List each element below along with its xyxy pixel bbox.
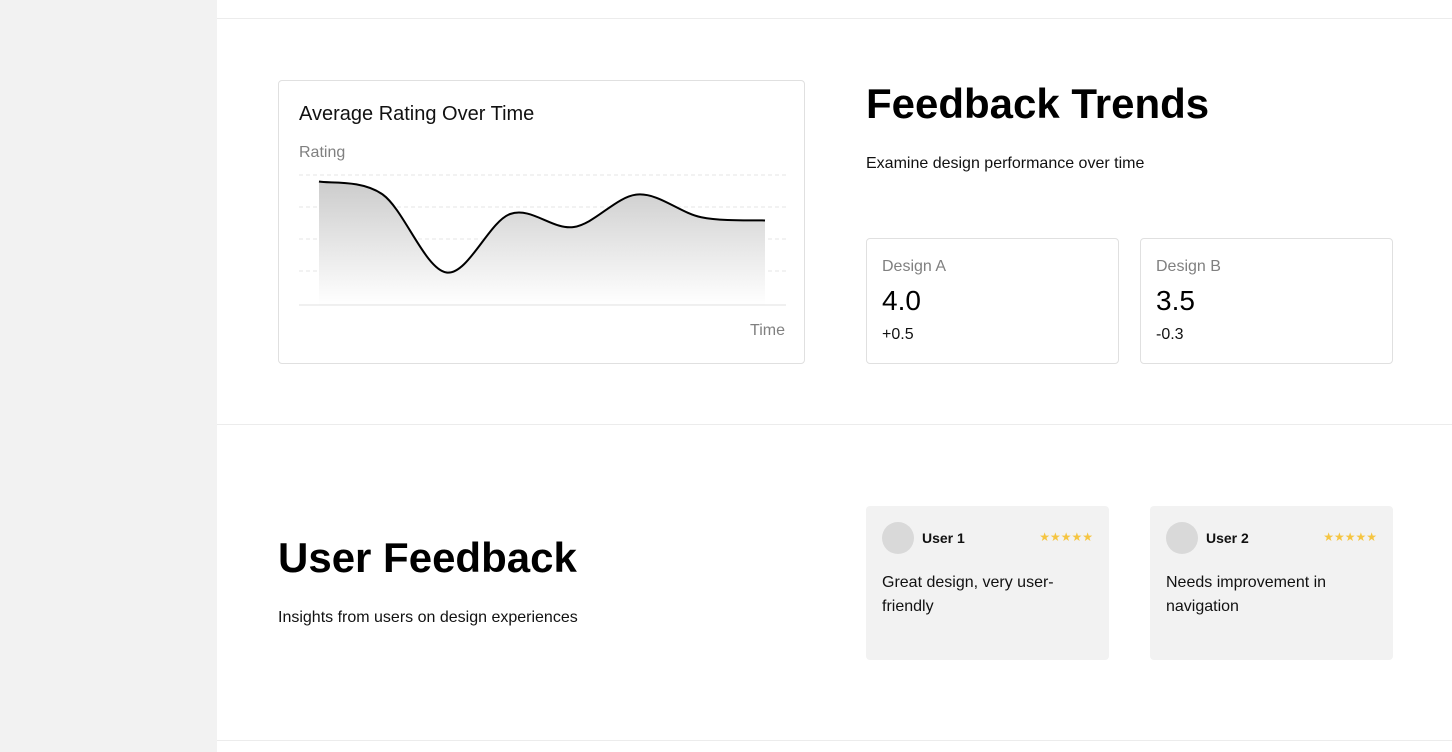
feedback-text: Needs improvement in navigation [1166,574,1327,615]
section-divider [217,424,1452,425]
feedback-trends-title: Feedback Trends [866,80,1210,127]
stat-value: 3.5 [1156,285,1195,316]
feedback-trends-subtitle: Examine design performance over time [866,155,1145,172]
chart-y-axis-label: Rating [299,144,346,161]
feedback-user-name: User 1 [922,530,965,546]
main-content: Average Rating Over Time Rating Time Fee… [217,0,1452,752]
feedback-card: User 1 ★★★★★ Great design, very user-fri… [866,506,1109,660]
stat-delta: -0.3 [1156,326,1184,343]
star-rating-icon: ★★★★★ [1039,530,1093,544]
stat-card-design-a: Design A 4.0 +0.5 [866,238,1119,364]
stat-value: 4.0 [882,285,921,316]
stat-delta: +0.5 [882,326,914,343]
section-divider [217,18,1452,19]
rating-line-chart [299,174,786,306]
user-feedback-subtitle: Insights from users on design experience… [278,609,578,626]
star-rating-icon: ★★★★★ [1323,530,1377,544]
stat-name: Design B [1156,258,1221,275]
avatar [882,522,914,554]
section-divider [217,740,1452,741]
chart-area-fill [319,181,765,305]
rating-chart-card: Average Rating Over Time Rating Time [278,80,805,364]
avatar [1166,522,1198,554]
stat-card-design-b: Design B 3.5 -0.3 [1140,238,1393,364]
sidebar [0,0,217,752]
feedback-card: User 2 ★★★★★ Needs improvement in naviga… [1150,506,1393,660]
feedback-user-name: User 2 [1206,530,1249,546]
chart-x-axis-label: Time [750,322,785,339]
user-feedback-title: User Feedback [278,534,577,581]
chart-title: Average Rating Over Time [299,103,535,125]
stat-name: Design A [882,258,947,275]
feedback-text: Great design, very user-friendly [882,574,1054,615]
